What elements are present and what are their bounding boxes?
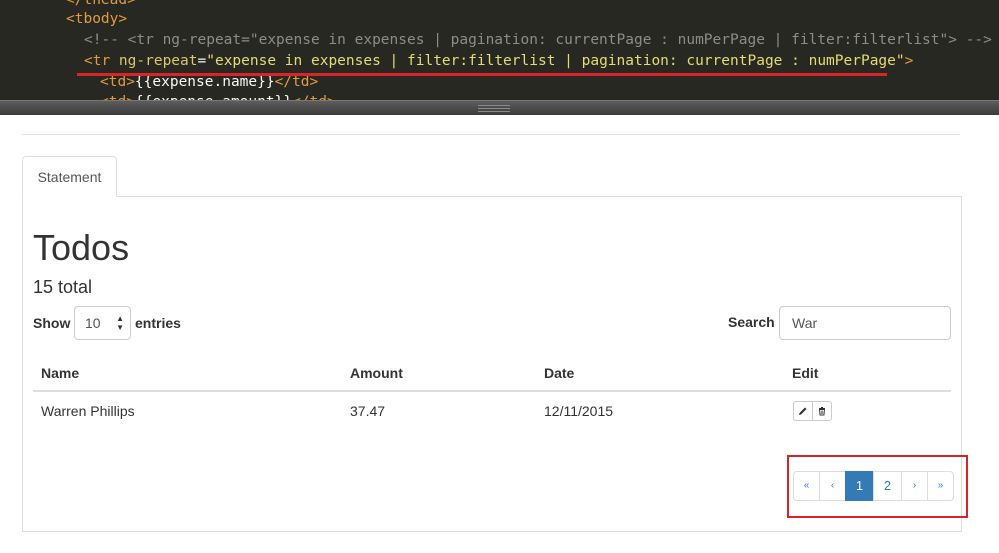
search-label: Search [728,314,775,330]
page-title: Todos [33,227,130,268]
grip-icon [478,105,510,112]
code-token: <td> [100,74,135,90]
column-header-name: Name [41,365,80,381]
pencil-icon [799,407,807,416]
cell-date: 12/11/2015 [544,403,614,419]
code-line: </thead> [66,0,136,8]
cell-amount: 37.47 [350,403,386,419]
cell-name: Warren Phillips [41,403,135,419]
tab-statement[interactable]: Statement [22,156,117,197]
page-size-value: 10 [85,315,101,331]
code-token: > [904,53,914,69]
code-token: <!-- <tr ng-repeat="expense in expenses … [84,32,992,48]
code-token: </td> [274,74,319,90]
code-token: <tbody> [66,11,128,27]
divider [22,134,960,135]
total-count: 15 total [33,277,93,297]
row-actions [793,401,832,421]
code-line: <tr ng-repeat="expense in expenses | fil… [84,53,913,69]
pagination-highlight-box [787,455,968,518]
page-size-select[interactable]: 10 ▲ ▼ [74,306,131,340]
entries-label: entries [135,315,181,331]
code-highlight-underline [77,73,887,76]
table-header-divider [33,390,951,392]
code-editor[interactable]: </thead> <tbody> <!-- <tr ng-repeat="expen… [0,0,999,100]
trash-icon [819,407,825,416]
code-token: <tr [84,53,119,69]
column-header-date: Date [544,365,575,381]
show-label: Show [33,315,71,331]
pane-splitter[interactable] [0,100,999,115]
column-header-edit: Edit [792,365,819,381]
updown-arrows-icon: ▲ ▼ [116,314,124,332]
code-token: </thead> [66,0,136,8]
code-line: <td>{{expense.name}}</td> [100,74,318,90]
search-input[interactable] [779,306,951,340]
code-token: "expense in expenses | filter:filterlist… [206,53,905,69]
edit-button[interactable] [793,401,813,421]
code-line: <tbody> [66,11,127,27]
code-line: <!-- <tr ng-repeat="expense in expenses … [84,32,992,48]
code-token: ng-repeat [118,53,198,69]
delete-button[interactable] [812,401,832,421]
code-token: {{expense.name}} [134,74,275,90]
code-token: = [197,53,207,69]
column-header-amount: Amount [350,365,403,381]
